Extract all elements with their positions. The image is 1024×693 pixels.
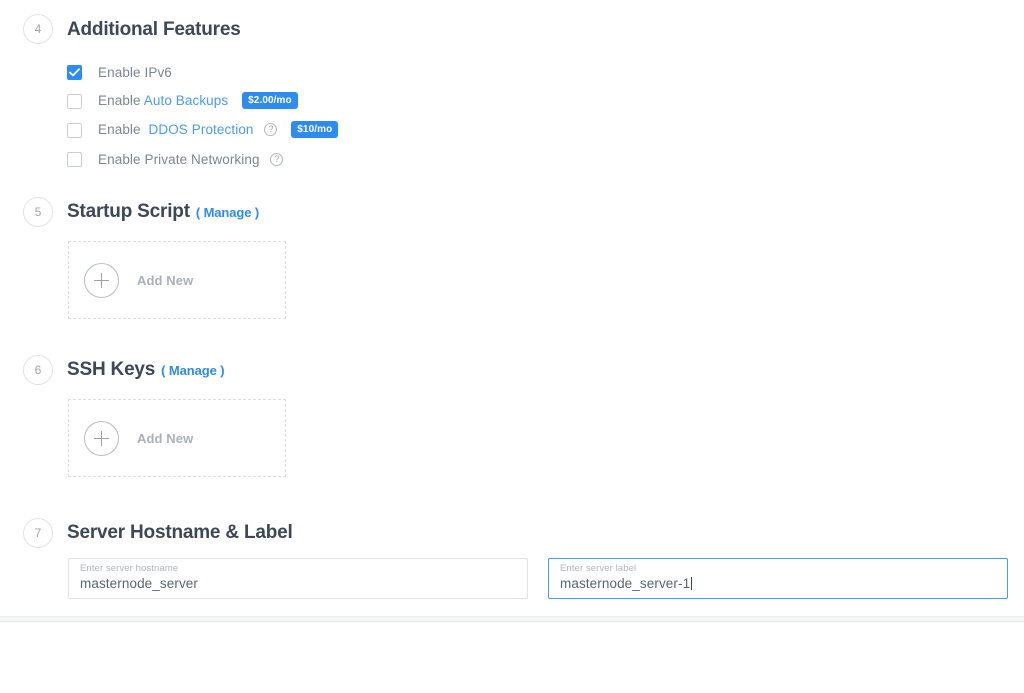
feature-text: Enable xyxy=(98,93,141,109)
price-badge-ddos-protection: $10/mo xyxy=(291,121,339,138)
auto-backups-link[interactable]: Auto Backups xyxy=(144,93,229,108)
add-new-startup-script-label: Add New xyxy=(137,272,194,288)
add-new-ssh-key-label: Add New xyxy=(137,430,194,446)
add-new-startup-script-tile[interactable]: Add New xyxy=(68,241,286,319)
feature-row-enable-ddos-protection[interactable]: Enable DDOS Protection ? $10/mo xyxy=(67,116,339,145)
checkbox-enable-auto-backups[interactable] xyxy=(67,94,82,109)
checkbox-enable-ddos-protection[interactable] xyxy=(67,123,82,138)
feature-row-enable-ipv6[interactable]: Enable IPv6 xyxy=(67,58,338,87)
server-hostname-input[interactable]: Enter server hostname masternode_server xyxy=(68,558,528,599)
plus-icon xyxy=(84,262,119,298)
server-label-value-wrap: masternode_server-1 xyxy=(560,575,996,593)
feature-row-enable-auto-backups[interactable]: Enable Auto Backups $2.00/mo xyxy=(67,87,338,116)
page-title-ssh-keys: SSH Keys ( Manage ) xyxy=(67,359,225,381)
plus-icon xyxy=(84,420,119,456)
section-additional-features: 4 Additional Features Enable IPv6 Enable… xyxy=(0,0,1024,180)
feature-label-enable-private-networking: Enable Private Networking ? xyxy=(98,152,284,167)
server-label-value: masternode_server-1 xyxy=(560,576,691,591)
help-icon-ddos-protection[interactable]: ? xyxy=(264,123,278,136)
bottom-action-bar: Servers Qty: − 1 + Summary: $10.00/mo($0… xyxy=(0,622,1024,693)
step-number-6: 6 xyxy=(23,355,53,385)
ddos-protection-link[interactable]: DDOS Protection xyxy=(149,122,254,137)
text-cursor xyxy=(691,577,693,590)
step-number-5: 5 xyxy=(23,197,53,227)
checkbox-enable-private-networking[interactable] xyxy=(67,152,82,167)
section-ssh-keys: 6 SSH Keys ( Manage ) Add New xyxy=(0,348,1024,478)
page-title-startup-script: Startup Script ( Manage ) xyxy=(67,201,259,223)
additional-features-list: Enable IPv6 Enable Auto Backups $2.00/mo xyxy=(67,58,339,174)
page-title-additional-features: Additional Features xyxy=(67,19,241,40)
ssh-keys-title-text: SSH Keys xyxy=(67,359,156,380)
server-label-input[interactable]: Enter server label masternode_server-1 xyxy=(548,558,1008,599)
feature-row-enable-private-networking[interactable]: Enable Private Networking ? xyxy=(67,145,338,174)
step-number-4: 4 xyxy=(23,14,53,44)
feature-text: Enable Private Networking xyxy=(98,152,260,167)
price-badge-auto-backups: $2.00/mo xyxy=(242,92,298,109)
feature-text: Enable xyxy=(98,122,141,138)
manage-link-ssh-keys[interactable]: ( Manage ) xyxy=(161,363,224,378)
section-server-hostname-label: 7 Server Hostname & Label Enter server h… xyxy=(0,506,1024,616)
add-new-ssh-key-tile[interactable]: Add New xyxy=(68,399,286,477)
startup-script-title-text: Startup Script xyxy=(67,201,190,222)
checkbox-enable-ipv6[interactable] xyxy=(67,65,82,80)
step-number-7: 7 xyxy=(23,518,53,548)
feature-text: Enable IPv6 xyxy=(98,65,172,80)
feature-label-enable-ipv6: Enable IPv6 xyxy=(98,65,172,80)
feature-label-enable-auto-backups: Enable Auto Backups $2.00/mo xyxy=(98,92,298,110)
server-hostname-value: masternode_server xyxy=(80,576,199,591)
section-startup-script: 5 Startup Script ( Manage ) Add New xyxy=(0,190,1024,320)
server-label-caption: Enter server label xyxy=(560,563,637,574)
feature-label-enable-ddos-protection: Enable DDOS Protection ? $10/mo xyxy=(98,121,339,139)
page-title-server-hostname-label: Server Hostname & Label xyxy=(67,522,293,543)
deploy-server-page: 4 Additional Features Enable IPv6 Enable… xyxy=(0,0,1024,693)
server-hostname-caption: Enter server hostname xyxy=(80,563,179,574)
manage-link-startup-script[interactable]: ( Manage ) xyxy=(196,205,259,220)
help-icon-private-networking[interactable]: ? xyxy=(270,152,284,166)
